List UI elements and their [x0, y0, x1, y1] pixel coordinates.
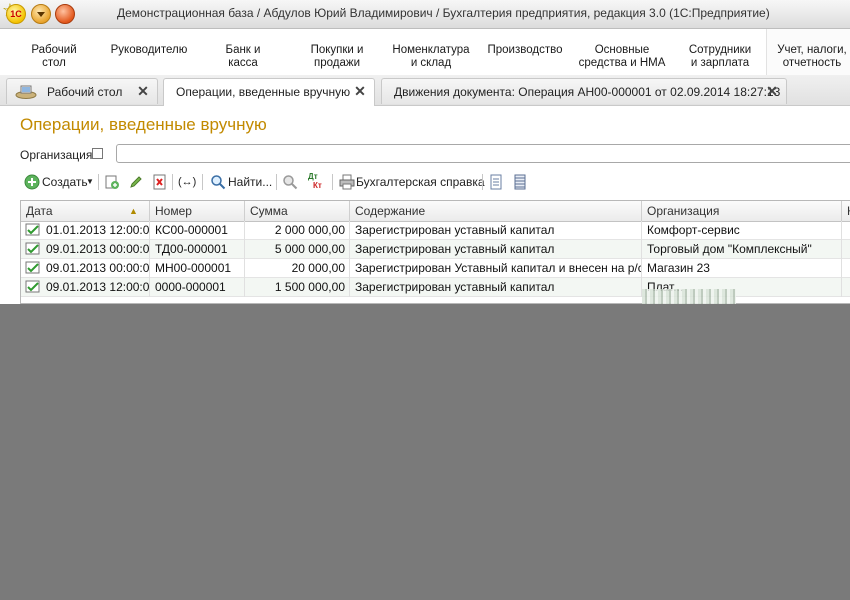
organization-label: Организация: — [20, 148, 96, 162]
section-production[interactable]: Производство — [484, 44, 566, 57]
post-document-icon[interactable]: (↔) — [178, 172, 198, 192]
tab-desktop-label: Рабочий стол — [47, 85, 123, 99]
search-icon — [211, 175, 226, 190]
create-button[interactable]: Создать ▼ — [22, 172, 96, 192]
printer-icon — [339, 174, 355, 190]
table-row[interactable]: 09.01.2013 00:00:01 ТД00-000001 5 000 00… — [21, 240, 850, 259]
section-nomenclature-warehouse[interactable]: Номенклатура и склад — [388, 44, 474, 70]
toolbar-separator — [172, 174, 173, 190]
posted-document-icon — [25, 280, 40, 293]
obscured-area — [0, 304, 850, 600]
window-title-bar: 1С ☆ Демонстрационная база / Абдулов Юри… — [0, 0, 850, 29]
table-header: Дата ▲ Номер Сумма Содержание Организаци… — [21, 201, 850, 222]
document-list-icon[interactable] — [488, 174, 504, 190]
open-windows-bar: Рабочий стол ✕ Операции, введенные вручн… — [0, 75, 850, 106]
find-button[interactable]: Найти... — [208, 172, 274, 192]
section-manager[interactable]: Руководителю — [108, 44, 190, 57]
column-header-date[interactable]: Дата ▲ — [21, 201, 150, 221]
toolbar-separator — [276, 174, 277, 190]
section-bank-cash[interactable]: Банк и касса — [215, 44, 271, 70]
main-menu-icon[interactable] — [31, 4, 51, 24]
toolbar-separator — [202, 174, 203, 190]
organization-input[interactable] — [116, 144, 850, 163]
app-logo-icon[interactable]: 1С — [6, 4, 26, 24]
window-title: Демонстрационная база / Абдулов Юрий Вла… — [117, 6, 770, 20]
tab-document-movements[interactable]: Движения документа: Операция АН00-000001… — [381, 78, 787, 104]
close-icon[interactable]: ✕ — [352, 83, 368, 99]
history-icon[interactable] — [55, 4, 75, 24]
section-staff-salary[interactable]: Сотрудники и зарплата — [682, 44, 758, 70]
desktop-icon — [15, 85, 37, 99]
command-bar: Создать ▼ (↔) Найти... Дт Кт Бухгалтерск… — [20, 170, 850, 194]
chevron-down-icon: ▼ — [86, 177, 94, 186]
posted-document-icon — [25, 223, 40, 236]
table-row[interactable]: 09.01.2013 00:00:02 МН00-000001 20 000,0… — [21, 259, 850, 278]
posted-document-icon — [25, 242, 40, 255]
tab-desktop[interactable]: Рабочий стол ✕ — [6, 78, 158, 104]
toolbar-separator — [482, 174, 483, 190]
copy-add-icon[interactable] — [104, 174, 120, 190]
tab-document-movements-label: Движения документа: Операция АН00-000001… — [394, 85, 781, 99]
section-fixed-assets[interactable]: Основные средства и НМА — [576, 44, 668, 70]
sort-ascending-icon: ▲ — [129, 206, 138, 216]
section-desktop[interactable]: Рабочий стол — [24, 44, 84, 70]
toolbar-separator — [98, 174, 99, 190]
edit-pencil-icon[interactable] — [128, 174, 144, 190]
column-header-organization[interactable]: Организация — [642, 201, 842, 221]
table-row[interactable]: 01.01.2013 12:00:00 КС00-000001 2 000 00… — [21, 221, 850, 240]
image-artifact — [642, 289, 736, 304]
close-icon[interactable]: ✕ — [764, 83, 780, 99]
plus-circle-icon — [24, 174, 40, 190]
register-icon[interactable] — [512, 174, 528, 190]
tab-manual-operations[interactable]: Операции, введенные вручную ✕ — [163, 78, 375, 106]
section-purchases-sales[interactable]: Покупки и продажи — [302, 44, 372, 70]
column-header-sum[interactable]: Сумма — [245, 201, 350, 221]
column-header-content[interactable]: Содержание — [350, 201, 642, 221]
toolbar-separator — [332, 174, 333, 190]
column-header-extra[interactable]: К — [842, 201, 850, 221]
page-title: Операции, введенные вручную — [20, 115, 267, 134]
delete-mark-icon[interactable] — [152, 174, 168, 190]
close-icon[interactable]: ✕ — [135, 83, 151, 99]
section-accounting-taxes[interactable]: Учет, налоги, отчетность — [772, 44, 850, 70]
accounting-report-button[interactable]: Бухгалтерская справка — [338, 172, 485, 192]
dt-kt-icon[interactable]: Дт Кт — [308, 172, 328, 192]
tab-manual-operations-label: Операции, введенные вручную — [176, 85, 351, 99]
sections-panel: Рабочий стол Руководителю Банк и касса Пок… — [0, 29, 850, 75]
column-header-number[interactable]: Номер — [150, 201, 245, 221]
form-content: Операции, введенные вручную Организация:… — [0, 106, 850, 304]
posted-document-icon — [25, 261, 40, 274]
cancel-search-icon[interactable] — [282, 174, 298, 190]
organization-filter-checkbox[interactable] — [92, 148, 103, 159]
